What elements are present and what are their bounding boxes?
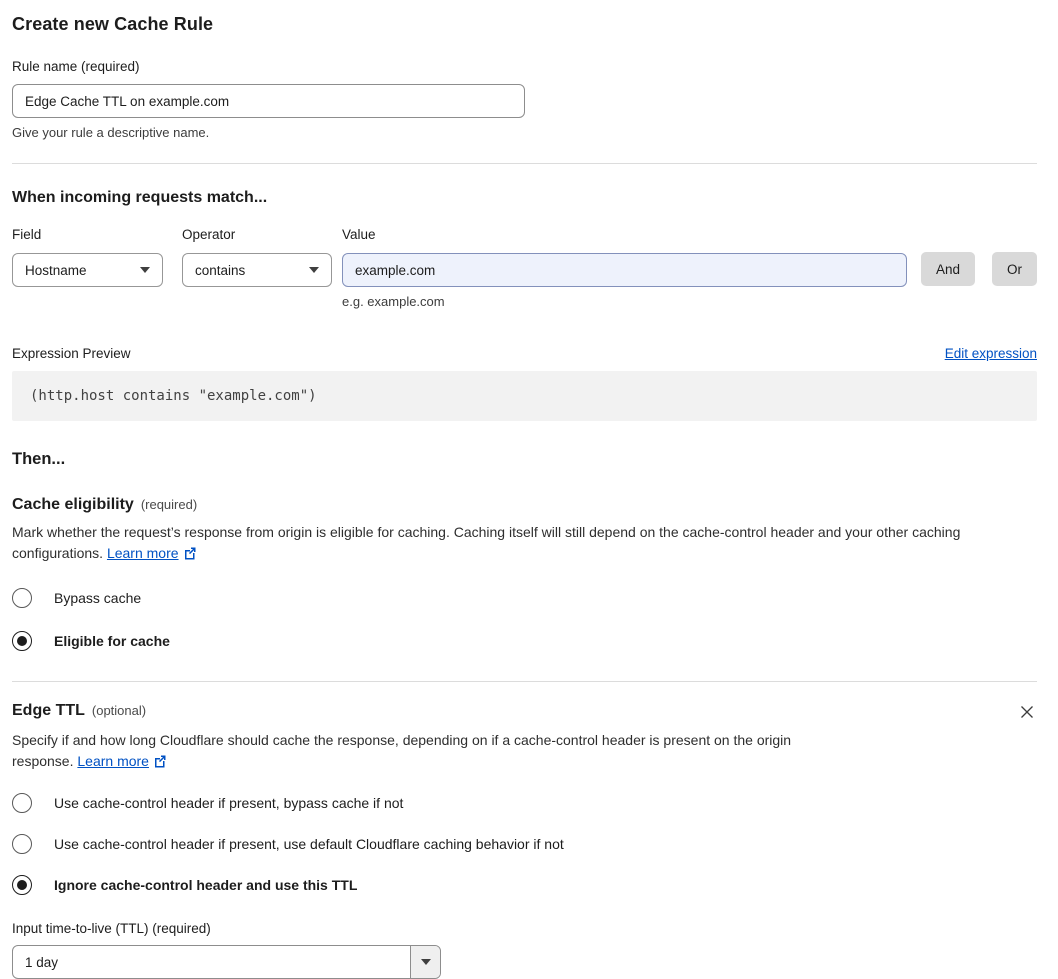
ttl-dropdown-button[interactable] bbox=[410, 946, 440, 979]
close-icon[interactable] bbox=[1017, 702, 1037, 722]
radio-eligible-for-cache[interactable]: Eligible for cache bbox=[12, 630, 1037, 651]
expression-preview-code: (http.host contains "example.com") bbox=[12, 371, 1037, 421]
value-label: Value bbox=[342, 227, 376, 242]
external-link-icon bbox=[154, 755, 166, 768]
operator-label: Operator bbox=[182, 227, 236, 242]
radio-label: Use cache-control header if present, byp… bbox=[54, 795, 404, 812]
and-button[interactable]: And bbox=[920, 252, 975, 286]
radio-label: Eligible for cache bbox=[54, 632, 170, 649]
chevron-down-icon bbox=[420, 959, 431, 966]
radio-label: Ignore cache-control header and use this… bbox=[54, 877, 358, 894]
radio-icon bbox=[12, 793, 32, 814]
operator-select-value: contains bbox=[195, 262, 246, 278]
page-title: Create new Cache Rule bbox=[12, 14, 214, 34]
radio-bypass-cache[interactable]: Bypass cache bbox=[12, 587, 1037, 608]
section-divider bbox=[12, 680, 1037, 682]
radio-icon bbox=[12, 587, 32, 608]
edge-ttl-description: Specify if and how long Cloudflare shoul… bbox=[12, 730, 847, 773]
chevron-down-icon bbox=[140, 267, 150, 273]
condition-row: Field Hostname Operator contains Value e… bbox=[12, 227, 1037, 309]
ttl-select[interactable]: 1 day bbox=[12, 945, 441, 979]
cache-eligibility-heading-row: Cache eligibility (required) bbox=[12, 496, 1037, 514]
radio-use-cc-default[interactable]: Use cache-control header if present, use… bbox=[12, 834, 1037, 855]
edge-ttl-section: Edge TTL (optional) Specify if and how lo… bbox=[12, 702, 1037, 979]
expression-preview-label: Expression Preview bbox=[12, 346, 131, 361]
value-helper: e.g. example.com bbox=[342, 294, 445, 309]
expression-header: Expression Preview Edit expression bbox=[12, 346, 1037, 361]
field-select-value: Hostname bbox=[25, 262, 87, 278]
radio-icon bbox=[12, 875, 32, 896]
external-link-icon bbox=[184, 547, 196, 560]
cache-eligibility-learn-more-link[interactable]: Learn more bbox=[107, 545, 179, 561]
edge-ttl-heading: Edge TTL bbox=[12, 701, 85, 719]
radio-ignore-cc-use-ttl[interactable]: Ignore cache-control header and use this… bbox=[12, 875, 1037, 896]
field-select[interactable]: Hostname bbox=[12, 253, 163, 287]
cache-eligibility-required-badge: (required) bbox=[140, 497, 198, 512]
edge-ttl-learn-more-link[interactable]: Learn more bbox=[77, 753, 149, 769]
cache-eligibility-heading: Cache eligibility bbox=[12, 496, 134, 513]
radio-icon bbox=[12, 630, 32, 651]
matcher-heading: When incoming requests match... bbox=[12, 189, 268, 206]
ttl-select-value: 1 day bbox=[25, 954, 59, 970]
chevron-down-icon bbox=[309, 267, 319, 273]
radio-icon bbox=[12, 834, 32, 855]
field-label: Field bbox=[12, 227, 42, 242]
edge-ttl-optional-badge: (optional) bbox=[91, 702, 147, 718]
radio-label: Use cache-control header if present, use… bbox=[54, 836, 564, 853]
radio-label: Bypass cache bbox=[54, 589, 142, 606]
rule-name-input[interactable] bbox=[12, 84, 525, 118]
create-cache-rule-form: Create new Cache Rule Rule name (require… bbox=[0, 0, 1058, 979]
value-input[interactable] bbox=[342, 253, 907, 287]
section-divider bbox=[12, 163, 1037, 164]
edit-expression-link[interactable]: Edit expression bbox=[945, 346, 1037, 361]
or-button[interactable]: Or bbox=[992, 252, 1037, 286]
cache-eligibility-description: Mark whether the request’s response from… bbox=[12, 522, 1037, 565]
radio-use-cc-bypass[interactable]: Use cache-control header if present, byp… bbox=[12, 793, 1037, 814]
rule-name-label: Rule name (required) bbox=[12, 59, 140, 74]
rule-name-helper: Give your rule a descriptive name. bbox=[12, 125, 210, 140]
andor-group: And Or bbox=[920, 252, 1037, 286]
then-heading: Then... bbox=[12, 450, 66, 468]
operator-select[interactable]: contains bbox=[182, 253, 332, 287]
ttl-label: Input time-to-live (TTL) (required) bbox=[12, 921, 211, 937]
